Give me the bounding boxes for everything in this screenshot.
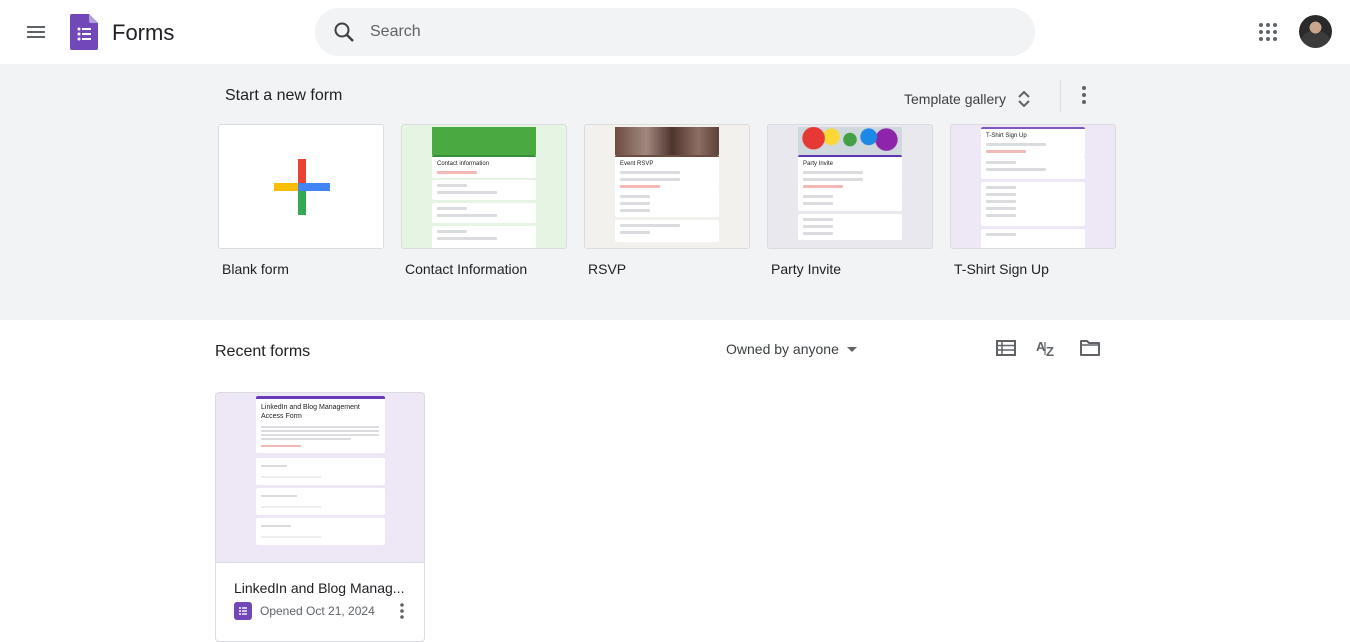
- form-title: LinkedIn and Blog Manag...: [234, 580, 405, 596]
- template-preview-title: Contact information: [437, 161, 490, 167]
- folder-icon: [1080, 340, 1100, 356]
- svg-text:Z: Z: [1046, 344, 1054, 358]
- template-preview-card: [981, 229, 1085, 248]
- forms-file-icon: [234, 602, 252, 620]
- list-view-icon: [996, 340, 1016, 356]
- template-preview-card: Contact information: [432, 155, 536, 178]
- template-thumbnail: Party Invite: [767, 124, 933, 249]
- form-preview-question: [256, 488, 385, 515]
- app-title[interactable]: Forms: [112, 20, 174, 46]
- app-header: Forms: [0, 0, 1350, 64]
- opened-date: Opened Oct 21, 2024: [260, 604, 375, 618]
- template-label: RSVP: [588, 261, 627, 277]
- google-apps-button[interactable]: [1248, 12, 1288, 52]
- template-preview-card: [432, 226, 536, 248]
- template-preview-card: [981, 182, 1085, 226]
- template-preview-title: Party Invite: [803, 161, 834, 167]
- template-contact-information[interactable]: Contact information Contact Information: [401, 124, 567, 277]
- template-label: Blank form: [222, 261, 289, 277]
- template-preview-card: [432, 203, 536, 223]
- template-tshirt-sign-up[interactable]: T-Shirt Sign Up T-Shirt Sign Up: [950, 124, 1116, 277]
- template-gallery-label: Template gallery: [904, 91, 1006, 107]
- list-view-button[interactable]: [990, 332, 1022, 364]
- template-preview-card: Event RSVP: [615, 155, 719, 192]
- plus-icon: [274, 159, 330, 215]
- recent-form-card[interactable]: LinkedIn and Blog Management Access Form…: [215, 392, 425, 642]
- search-bar[interactable]: [315, 8, 1035, 56]
- forms-logo-icon[interactable]: [70, 14, 98, 50]
- owner-filter-dropdown[interactable]: Owned by anyone: [718, 333, 865, 365]
- template-more-options-button[interactable]: [1068, 79, 1100, 111]
- form-meta: Opened Oct 21, 2024: [234, 602, 375, 620]
- apps-grid-icon: [1259, 23, 1277, 41]
- unfold-icon: [1018, 90, 1030, 108]
- template-label: T-Shirt Sign Up: [954, 261, 1049, 277]
- more-vert-icon: [1082, 86, 1086, 104]
- owner-filter-label: Owned by anyone: [726, 341, 839, 357]
- template-thumbnail: [218, 124, 384, 249]
- template-party-invite[interactable]: Party Invite Party Invite: [767, 124, 933, 277]
- template-preview-card: Party Invite: [798, 155, 902, 192]
- template-preview-card: [981, 157, 1085, 179]
- menu-icon: [27, 26, 45, 38]
- template-preview-card: [615, 220, 719, 242]
- account-avatar[interactable]: [1299, 15, 1332, 48]
- sort-az-icon: A Z: [1036, 339, 1054, 358]
- divider: [1060, 80, 1061, 112]
- template-preview-title: T-Shirt Sign Up: [986, 133, 1027, 139]
- form-more-options-button[interactable]: [390, 599, 414, 623]
- template-thumbnail: T-Shirt Sign Up: [950, 124, 1116, 249]
- sort-options-button[interactable]: A Z: [1031, 332, 1063, 364]
- template-rsvp[interactable]: Event RSVP RSVP: [584, 124, 750, 277]
- template-label: Party Invite: [771, 261, 842, 277]
- search-input[interactable]: [370, 23, 970, 41]
- form-thumbnail: LinkedIn and Blog Management Access Form: [216, 393, 424, 563]
- template-header-image: [798, 127, 902, 155]
- template-header-image: [432, 127, 536, 155]
- form-preview-question: [256, 518, 385, 545]
- template-thumbnail: Contact information: [401, 124, 567, 249]
- dropdown-arrow-icon: [846, 346, 857, 352]
- template-preview-card: T-Shirt Sign Up: [981, 127, 1085, 157]
- recent-forms-title: Recent forms: [215, 343, 311, 360]
- template-thumbnail: Event RSVP: [584, 124, 750, 249]
- main-menu-button[interactable]: [16, 12, 56, 52]
- more-vert-icon: [400, 603, 404, 619]
- template-section: Start a new form Template gallery Blank …: [0, 64, 1350, 320]
- preview-line: [437, 171, 477, 174]
- template-preview-card: [798, 214, 902, 240]
- form-preview-header: LinkedIn and Blog Management Access Form: [256, 396, 385, 453]
- file-picker-button[interactable]: [1074, 332, 1106, 364]
- template-blank-form[interactable]: Blank form: [218, 124, 384, 277]
- form-preview-question: [256, 458, 385, 485]
- template-gallery-button[interactable]: Template gallery: [894, 81, 1044, 117]
- template-preview-card: [798, 191, 902, 211]
- search-icon[interactable]: [332, 20, 356, 44]
- form-preview-title: LinkedIn and Blog Management Access Form: [261, 404, 360, 420]
- template-preview-card: [432, 180, 536, 200]
- template-label: Contact Information: [405, 261, 528, 277]
- template-header-image: [615, 127, 719, 155]
- template-section-title: Start a new form: [225, 87, 343, 104]
- template-preview-title: Event RSVP: [620, 161, 654, 167]
- template-preview-card: [615, 191, 719, 217]
